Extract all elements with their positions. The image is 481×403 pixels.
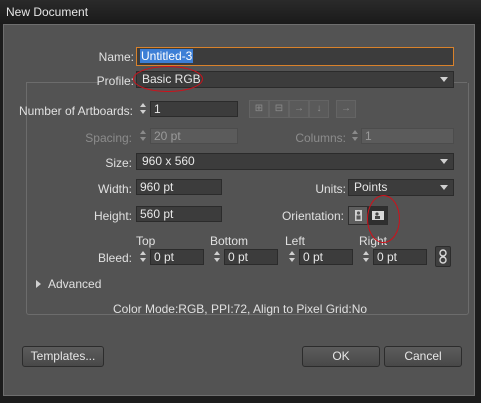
arrange-by-column-icon[interactable]: ↓ [309, 100, 329, 118]
width-label: Width: [97, 182, 132, 196]
bleed-top-field[interactable]: 0 pt [150, 249, 204, 265]
spacing-field[interactable]: 20 pt [150, 128, 238, 144]
columns-field[interactable]: 1 [361, 128, 454, 144]
templates-button[interactable]: Templates... [22, 346, 104, 367]
artboards-label: Number of Artboards: [18, 104, 133, 118]
spacing-stepper[interactable] [138, 128, 149, 144]
bleed-top-label: Top [136, 234, 156, 248]
bleed-right-stepper[interactable] [361, 249, 372, 265]
annotation-circle-profile [133, 66, 203, 92]
height-label: Height: [93, 209, 132, 223]
bleed-left-stepper[interactable] [287, 249, 298, 265]
title-bar: New Document [0, 0, 481, 24]
columns-stepper[interactable] [350, 128, 361, 144]
advanced-toggle[interactable]: Advanced [48, 277, 101, 291]
grid-by-column-icon[interactable]: ⊟ [269, 100, 289, 118]
chevron-down-icon [440, 159, 448, 164]
ok-button[interactable]: OK [302, 346, 380, 367]
bleed-label: Bleed: [97, 251, 132, 265]
units-select[interactable]: Points [348, 179, 454, 196]
units-label: Units: [315, 182, 346, 196]
height-field[interactable]: 560 pt [136, 206, 222, 222]
orientation-label: Orientation: [281, 209, 344, 223]
bleed-top-stepper[interactable] [138, 249, 149, 265]
bleed-bottom-field[interactable]: 0 pt [224, 249, 278, 265]
size-select[interactable]: 960 x 560 [136, 153, 454, 170]
artboards-stepper[interactable] [138, 101, 149, 117]
size-label: Size: [105, 156, 132, 170]
grid-by-row-icon[interactable]: ⊞ [249, 100, 269, 118]
name-value: Untitled-3 [140, 49, 194, 63]
link-bleed-button[interactable] [435, 246, 451, 267]
artboards-field[interactable]: 1 [150, 101, 238, 117]
portrait-orientation-button[interactable] [348, 206, 368, 225]
document-summary: Color Mode:RGB, PPI:72, Align to Pixel G… [112, 302, 368, 316]
bleed-bottom-label: Bottom [210, 234, 249, 248]
spacing-label: Spacing: [85, 131, 132, 145]
portrait-icon [355, 210, 362, 221]
columns-label: Columns: [295, 131, 346, 145]
profile-label: Profile: [96, 74, 134, 88]
units-value: Points [354, 180, 388, 194]
bleed-left-field[interactable]: 0 pt [299, 249, 353, 265]
window-title: New Document [6, 5, 89, 19]
cancel-button[interactable]: Cancel [384, 346, 462, 367]
chevron-down-icon [440, 185, 448, 190]
expand-triangle-icon[interactable] [36, 280, 41, 288]
width-field[interactable]: 960 pt [136, 179, 222, 195]
chain-link-icon [439, 249, 447, 264]
change-layout-direction-icon[interactable]: → [336, 100, 356, 118]
arrange-by-row-icon[interactable]: → [289, 100, 309, 118]
chevron-down-icon [440, 77, 448, 82]
bleed-right-field[interactable]: 0 pt [373, 249, 427, 265]
annotation-circle-orientation [367, 195, 400, 243]
size-value: 960 x 560 [142, 154, 195, 168]
name-label: Name: [98, 50, 134, 64]
bleed-bottom-stepper[interactable] [212, 249, 223, 265]
name-field[interactable]: Untitled-3 [136, 47, 454, 66]
bleed-left-label: Left [285, 234, 306, 248]
new-document-dialog: Name: Untitled-3 Profile: Basic RGB Numb… [3, 24, 475, 396]
